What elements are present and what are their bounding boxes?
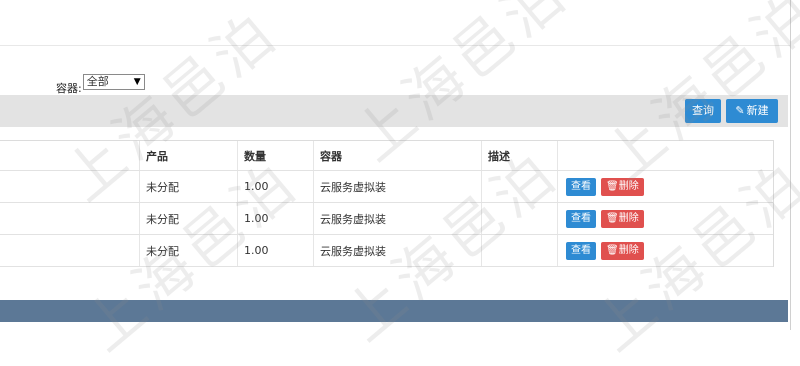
table-row[interactable]: 未分配 1.00 云服务虚拟装 查看 🗑删除 xyxy=(0,235,773,267)
cell-actions: 查看 🗑删除 xyxy=(557,235,774,266)
cell-container: 云服务虚拟装 xyxy=(313,203,481,234)
cell-product: 未分配 xyxy=(139,203,237,234)
header-actions xyxy=(557,141,774,170)
cell-description xyxy=(481,203,557,234)
table-header-row: 产品 数量 容器 描述 xyxy=(0,141,773,171)
chevron-down-icon: ▼ xyxy=(133,77,141,87)
cell-actions: 查看 🗑删除 xyxy=(557,171,774,202)
container-filter-label: 容器: xyxy=(56,82,82,95)
cell-description xyxy=(481,171,557,202)
top-header-area xyxy=(0,0,790,46)
header-product[interactable]: 产品 xyxy=(139,141,237,170)
trash-icon: 🗑 xyxy=(606,180,619,192)
table-row[interactable]: 未分配 1.00 云服务虚拟装 查看 🗑删除 xyxy=(0,171,773,203)
trash-icon: 🗑 xyxy=(606,212,619,224)
cell-container: 云服务虚拟装 xyxy=(313,171,481,202)
delete-button[interactable]: 🗑删除 xyxy=(601,209,644,228)
new-button[interactable]: ✎ 新建 xyxy=(726,99,778,123)
container-select-value: 全部 xyxy=(86,75,109,88)
cell-quantity: 1.00 xyxy=(237,203,313,234)
cell-product: 未分配 xyxy=(139,235,237,266)
header-description[interactable]: 描述 xyxy=(481,141,557,170)
table-row[interactable]: 未分配 1.00 云服务虚拟装 查看 🗑删除 xyxy=(0,203,773,235)
data-table: 产品 数量 容器 描述 未分配 1.00 云服务虚拟装 查看 🗑删除 未分配 1… xyxy=(0,140,774,267)
container-select[interactable]: 全部 ▼ xyxy=(82,74,145,90)
delete-button-label: 删除 xyxy=(618,212,639,224)
delete-button-label: 删除 xyxy=(618,244,639,256)
view-button[interactable]: 查看 xyxy=(566,241,596,260)
cell-container: 云服务虚拟装 xyxy=(313,235,481,266)
trash-icon: 🗑 xyxy=(606,244,619,256)
cell-actions: 查看 🗑删除 xyxy=(557,203,774,234)
view-button[interactable]: 查看 xyxy=(566,209,596,228)
cell-description xyxy=(481,235,557,266)
new-button-label: 新建 xyxy=(746,104,769,117)
query-button[interactable]: 查询 xyxy=(685,99,721,123)
header-quantity[interactable]: 数量 xyxy=(237,141,313,170)
cell-product: 未分配 xyxy=(139,171,237,202)
scrollbar-track[interactable] xyxy=(790,0,800,330)
cell-quantity: 1.00 xyxy=(237,171,313,202)
toolbar: 查询 ✎ 新建 xyxy=(0,95,788,127)
view-button[interactable]: 查看 xyxy=(566,177,596,196)
cell-quantity: 1.00 xyxy=(237,235,313,266)
pencil-icon: ✎ xyxy=(735,104,745,117)
header-container[interactable]: 容器 xyxy=(313,141,481,170)
delete-button[interactable]: 🗑删除 xyxy=(601,177,644,196)
filter-row: 容器: 全部 ▼ xyxy=(56,70,145,95)
page: 容器: 全部 ▼ 查询 ✎ 新建 产品 数量 容器 描述 未分配 1.00 云服务… xyxy=(0,0,800,364)
footer-bar xyxy=(0,300,788,322)
delete-button-label: 删除 xyxy=(618,180,639,192)
delete-button[interactable]: 🗑删除 xyxy=(601,241,644,260)
